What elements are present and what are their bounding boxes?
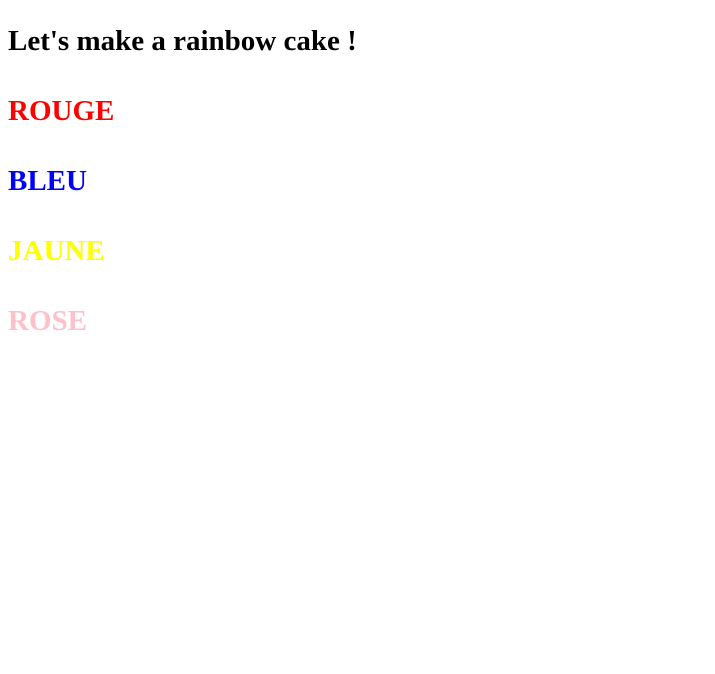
color-label-rouge: ROUGE xyxy=(8,95,115,127)
page-title: Let's make a rainbow cake ! xyxy=(8,25,357,57)
color-label-jaune: JAUNE xyxy=(8,235,105,267)
color-label-rose: ROSE xyxy=(8,305,87,337)
color-label-bleu: BLEU xyxy=(8,165,87,197)
